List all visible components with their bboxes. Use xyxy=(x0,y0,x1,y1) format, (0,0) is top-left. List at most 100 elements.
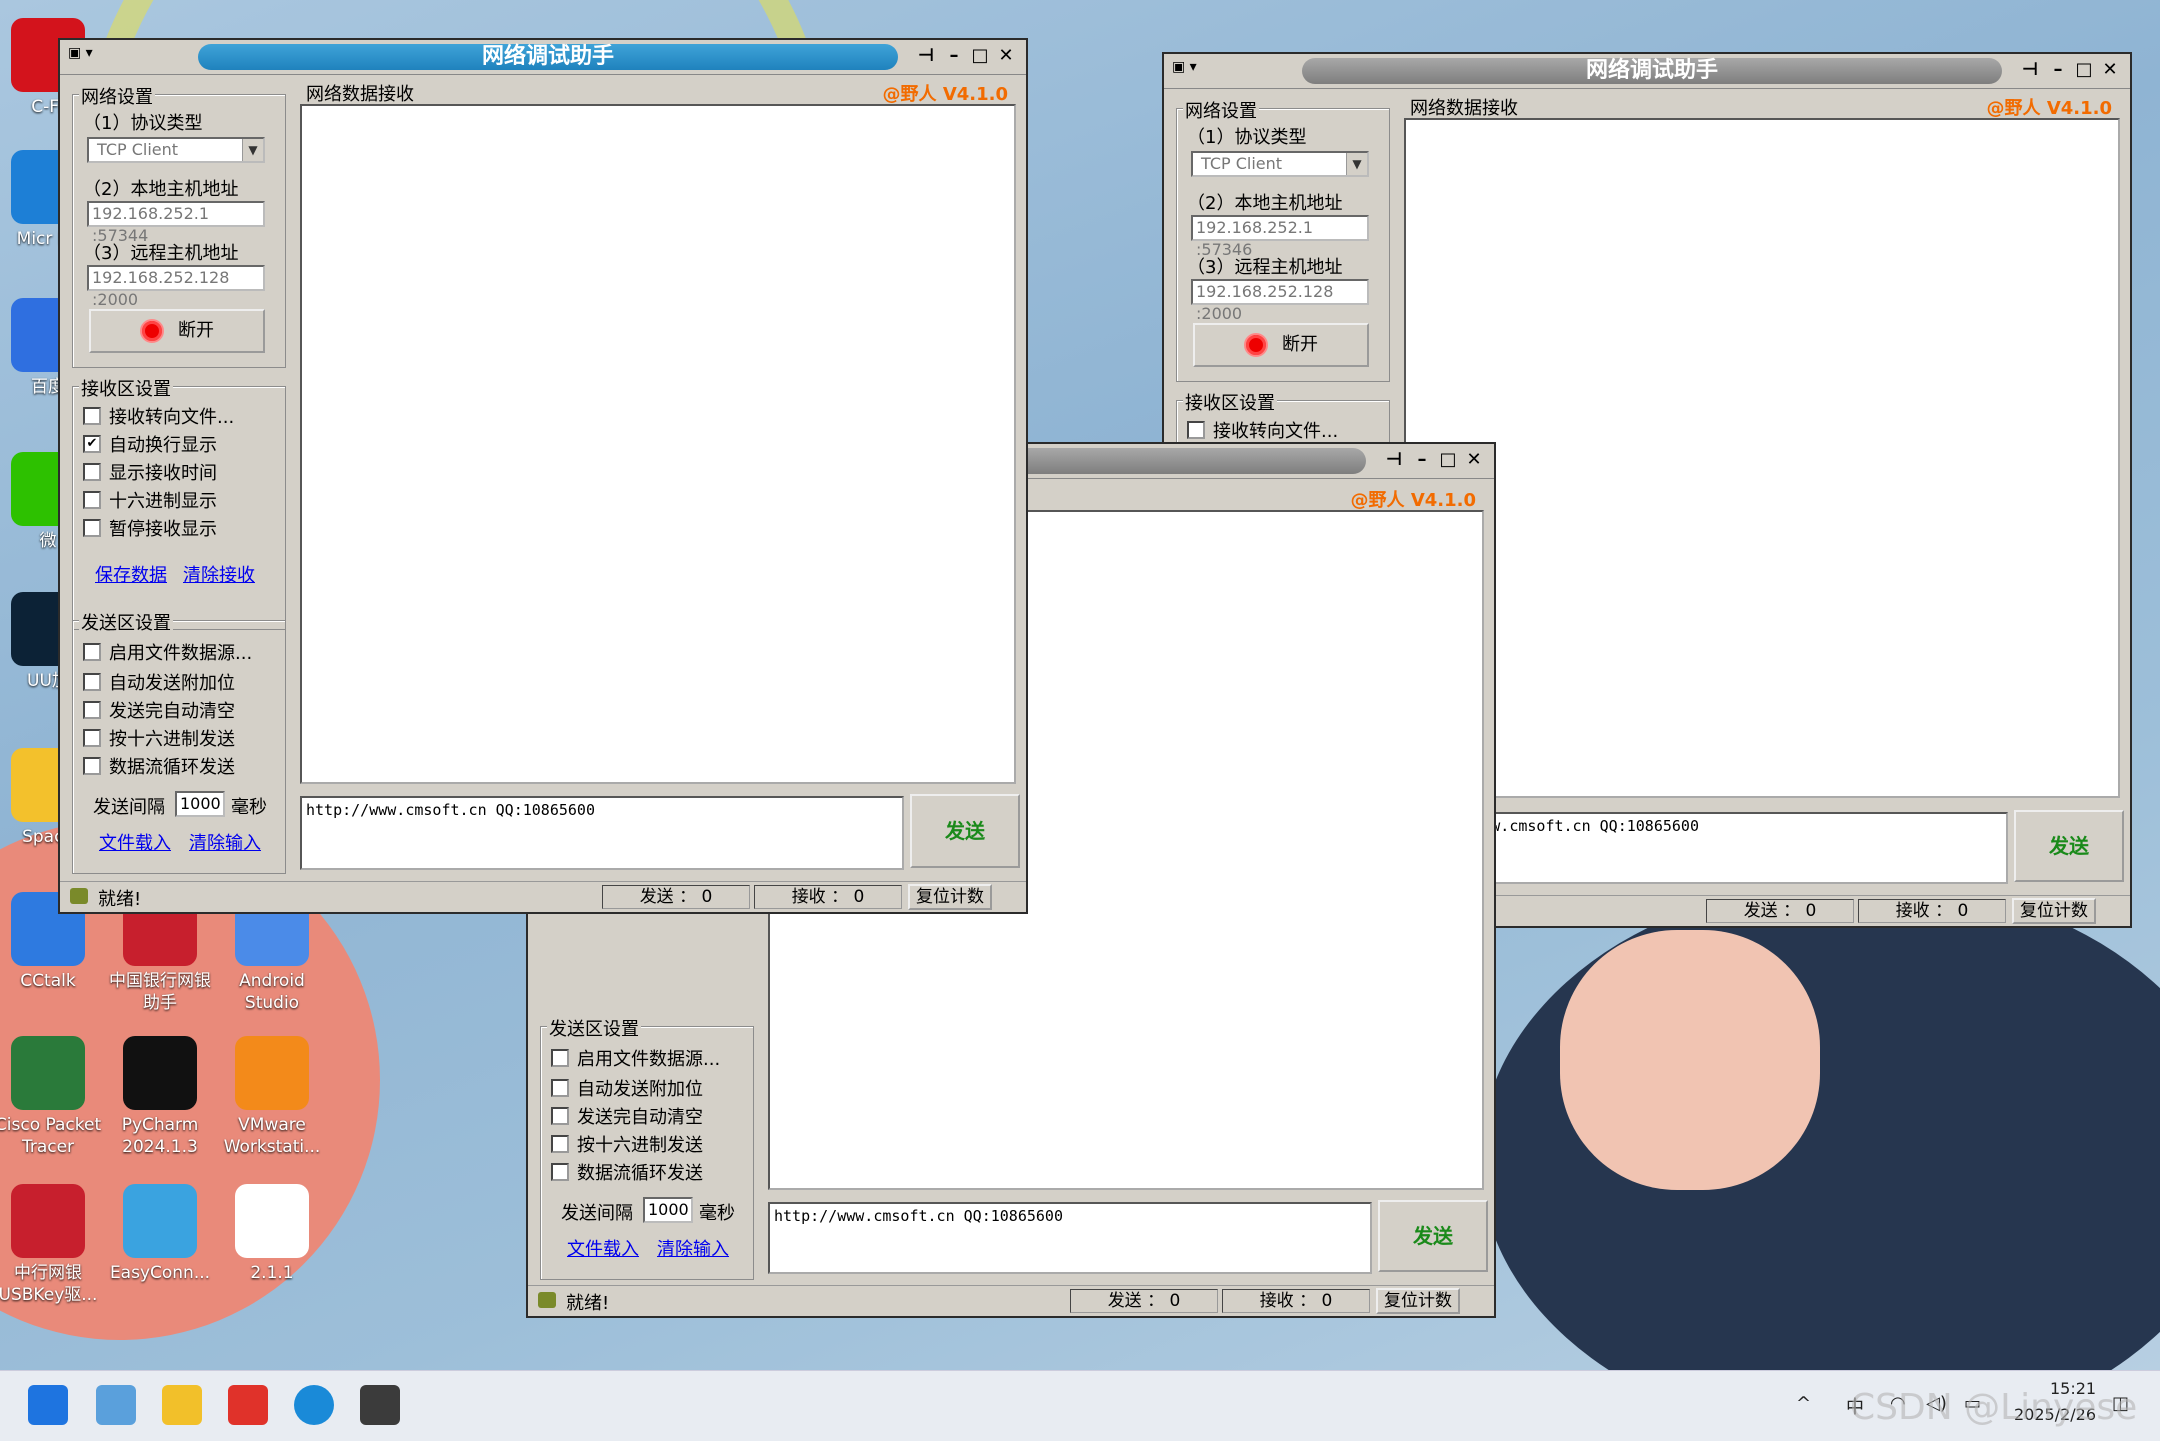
file-source-checkbox[interactable]: 启用文件数据源... xyxy=(551,1045,720,1071)
protocol-select[interactable]: TCP Client ▼ xyxy=(87,137,265,163)
checkbox-box[interactable] xyxy=(551,1107,569,1125)
send-input[interactable]: http://www.cmsoft.cn QQ:10865600 xyxy=(768,1202,1372,1274)
window-netassist-front[interactable]: ▣ ▾ 网络调试助手 ⊣ – □ ✕ 网络设置 （1）协议类型 TCP Clie… xyxy=(58,38,1028,914)
save-data-link[interactable]: 保存数据 xyxy=(95,561,167,587)
reset-count-button[interactable]: 复位计数 xyxy=(908,884,992,910)
clear-input-link[interactable]: 清除输入 xyxy=(657,1235,729,1261)
close-icon[interactable]: ✕ xyxy=(1462,449,1486,471)
checkbox-box[interactable] xyxy=(551,1135,569,1153)
interval-unit: 毫秒 xyxy=(699,1203,735,1224)
send-button[interactable]: 发送 xyxy=(1378,1200,1488,1272)
maximize-icon[interactable]: □ xyxy=(2072,59,2096,81)
show-time-checkbox[interactable]: 显示接收时间 xyxy=(83,459,217,485)
checkbox-box[interactable] xyxy=(1187,421,1205,439)
chevron-down-icon[interactable]: ▼ xyxy=(242,139,263,161)
remote-host-field[interactable]: 192.168.252.128 :2000 xyxy=(1191,279,1369,323)
recv-counter: 接收 ： 0 xyxy=(754,885,902,909)
checkbox-checked[interactable]: ✔ xyxy=(83,435,101,453)
send-button[interactable]: 发送 xyxy=(910,794,1020,868)
close-icon[interactable]: ✕ xyxy=(994,45,1018,67)
maximize-icon[interactable]: □ xyxy=(968,45,992,67)
loop-send-checkbox[interactable]: 数据流循环发送 xyxy=(83,753,235,779)
pause-recv-checkbox[interactable]: 暂停接收显示 xyxy=(83,515,217,541)
maximize-icon[interactable]: □ xyxy=(1436,449,1460,471)
checkbox-box[interactable] xyxy=(83,673,101,691)
checkbox-box[interactable] xyxy=(83,729,101,747)
disconnect-button[interactable]: 断开 xyxy=(1193,323,1369,367)
local-host-field[interactable]: 192.168.252.1 :57346 xyxy=(1191,215,1369,259)
status-led-icon xyxy=(1244,333,1268,357)
desktop-shortcut[interactable]: EasyConn... xyxy=(104,1184,216,1284)
reset-count-button[interactable]: 复位计数 xyxy=(1376,1288,1460,1314)
load-file-link[interactable]: 文件载入 xyxy=(99,829,171,855)
desktop-shortcut[interactable]: VMware Workstati... xyxy=(216,1036,328,1158)
minimize-icon[interactable]: – xyxy=(942,45,966,67)
net-settings-group: 网络设置 （1）协议类型 TCP Client ▼ （2）本地主机地址 192.1… xyxy=(72,83,286,368)
checkbox-box[interactable] xyxy=(551,1163,569,1181)
checkbox-box[interactable] xyxy=(83,463,101,481)
desktop-shortcut[interactable]: 中行网银USBKey驱... xyxy=(0,1184,104,1306)
hex-display-checkbox[interactable]: 十六进制显示 xyxy=(83,487,217,513)
checkbox-box[interactable] xyxy=(551,1079,569,1097)
wps-icon[interactable] xyxy=(228,1385,268,1425)
desktop-shortcut[interactable]: 2.1.1 xyxy=(216,1184,328,1284)
auto-wrap-checkbox[interactable]: ✔ 自动换行显示 xyxy=(83,431,217,457)
chevron-up-icon[interactable]: ^ xyxy=(1796,1393,1811,1414)
checkbox-label: 十六进制显示 xyxy=(109,491,217,512)
hex-send-checkbox[interactable]: 按十六进制发送 xyxy=(551,1131,703,1157)
auto-append-checkbox[interactable]: 自动发送附加位 xyxy=(551,1075,703,1101)
protocol-select[interactable]: TCP Client ▼ xyxy=(1191,151,1369,177)
explorer-window-icon[interactable] xyxy=(96,1385,136,1425)
minimize-icon[interactable]: – xyxy=(2046,59,2070,81)
hex-send-checkbox[interactable]: 按十六进制发送 xyxy=(83,725,235,751)
group-label: 网络设置 xyxy=(1183,97,1259,123)
system-menu-icon[interactable]: ▣ ▾ xyxy=(1172,59,1222,81)
checkbox-box[interactable] xyxy=(83,757,101,775)
recv-to-file-checkbox[interactable]: 接收转向文件... xyxy=(83,403,234,429)
checkbox-box[interactable] xyxy=(551,1049,569,1067)
chevron-down-icon[interactable]: ▼ xyxy=(1346,153,1367,175)
minimize-icon[interactable]: – xyxy=(1410,449,1434,471)
file-source-checkbox[interactable]: 启用文件数据源... xyxy=(83,639,252,665)
checkbox-box[interactable] xyxy=(83,701,101,719)
pin-icon[interactable]: ⊣ xyxy=(2018,59,2042,81)
network-tool-icon[interactable] xyxy=(360,1385,400,1425)
clear-input-link[interactable]: 清除输入 xyxy=(189,829,261,855)
auto-clear-checkbox[interactable]: 发送完自动清空 xyxy=(83,697,235,723)
remote-host-field[interactable]: 192.168.252.128 :2000 xyxy=(87,265,265,309)
checkbox-box[interactable] xyxy=(83,643,101,661)
loop-send-checkbox[interactable]: 数据流循环发送 xyxy=(551,1159,703,1185)
local-host-field[interactable]: 192.168.252.1 :57344 xyxy=(87,201,265,245)
send-button[interactable]: 发送 xyxy=(2014,810,2124,882)
desktop-shortcut[interactable]: Cisco Packet Tracer xyxy=(0,1036,104,1158)
folder-icon[interactable] xyxy=(162,1385,202,1425)
interval-field[interactable]: 1000 xyxy=(643,1197,693,1223)
edge-icon[interactable] xyxy=(294,1385,334,1425)
title-bar[interactable]: ▣ ▾ 网络调试助手 ⊣ – □ ✕ xyxy=(1164,54,2130,89)
checkbox-box[interactable] xyxy=(83,519,101,537)
checkbox-box[interactable] xyxy=(83,407,101,425)
disconnect-button[interactable]: 断开 xyxy=(89,309,265,353)
recv-to-file-checkbox[interactable]: 接收转向文件... xyxy=(1187,417,1338,443)
recv-textarea[interactable] xyxy=(300,104,1016,784)
recv-textarea[interactable] xyxy=(1404,118,2120,798)
status-bar: 就绪! 发送 ： 0 接收 ： 0 复位计数 xyxy=(528,1285,1494,1316)
system-menu-icon[interactable]: ▣ ▾ xyxy=(68,45,118,67)
checkbox-label: 自动换行显示 xyxy=(109,435,217,456)
reset-count-button[interactable]: 复位计数 xyxy=(2012,898,2096,924)
send-input[interactable]: http://www.cmsoft.cn QQ:10865600 xyxy=(300,796,904,870)
clear-recv-link[interactable]: 清除接收 xyxy=(183,561,255,587)
auto-clear-checkbox[interactable]: 发送完自动清空 xyxy=(551,1103,703,1129)
pin-icon[interactable]: ⊣ xyxy=(1382,449,1406,471)
title-bar[interactable]: ▣ ▾ 网络调试助手 ⊣ – □ ✕ xyxy=(60,40,1026,75)
status-ready: 就绪! xyxy=(98,889,142,910)
desktop-shortcut[interactable]: PyCharm 2024.1.3 xyxy=(104,1036,216,1158)
close-icon[interactable]: ✕ xyxy=(2098,59,2122,81)
checkbox-box[interactable] xyxy=(83,491,101,509)
pin-icon[interactable]: ⊣ xyxy=(914,45,938,67)
load-file-link[interactable]: 文件载入 xyxy=(567,1235,639,1261)
auto-append-checkbox[interactable]: 自动发送附加位 xyxy=(83,669,235,695)
checkbox-label: 按十六进制发送 xyxy=(577,1135,703,1156)
start-icon[interactable] xyxy=(28,1385,68,1425)
interval-field[interactable]: 1000 xyxy=(175,791,225,817)
